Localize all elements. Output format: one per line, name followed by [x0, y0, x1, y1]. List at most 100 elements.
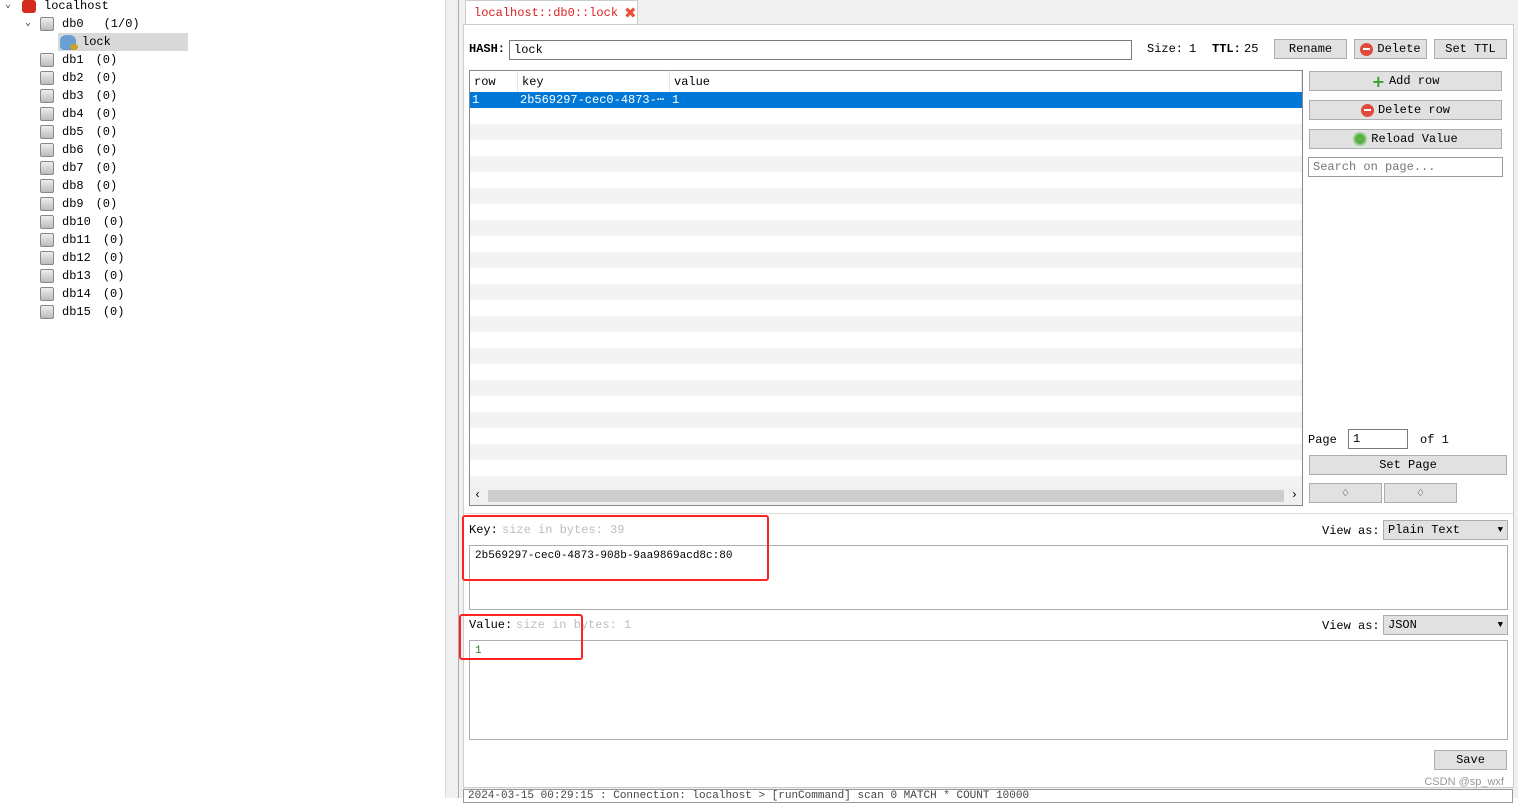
chevron-down-icon[interactable]: ⌄ [2, 0, 14, 15]
empty-row [470, 412, 1302, 428]
tree-db-db14[interactable]: db14 (0) [22, 285, 124, 303]
tree-db-db3[interactable]: db3 (0) [22, 87, 117, 105]
db-name: db12 [62, 251, 91, 265]
database-icon [40, 17, 54, 31]
tree-db-db11[interactable]: db11 (0) [22, 231, 124, 249]
next-icon: ♢ [1416, 486, 1425, 501]
key-icon [60, 34, 78, 50]
database-icon [40, 179, 54, 193]
db-count: (0) [95, 197, 118, 211]
database-icon [40, 251, 54, 265]
delete-icon [1360, 103, 1374, 117]
rename-button[interactable]: Rename [1274, 39, 1347, 59]
table-row[interactable]: 1 2b569297-cec0-4873-⋯ 1 [470, 92, 1302, 108]
delete-key-button[interactable]: Delete [1354, 39, 1427, 59]
db-count: (0) [95, 179, 118, 193]
redis-server-icon [22, 0, 36, 13]
database-icon [40, 287, 54, 301]
empty-row [470, 380, 1302, 396]
add-row-label: Add row [1388, 74, 1440, 88]
cell-value: 1 [672, 93, 680, 107]
db-count: (0) [95, 125, 118, 139]
log-console: 2024-03-15 00:29:15 : Connection: localh… [463, 789, 1513, 803]
ttl-label: TTL: [1212, 42, 1241, 56]
prev-page-button[interactable]: ♢ [1309, 483, 1382, 503]
delete-row-button[interactable]: Delete row [1309, 100, 1502, 120]
empty-row [470, 156, 1302, 172]
highlight-box-value [459, 614, 583, 660]
key-name-input[interactable]: lock [509, 40, 1132, 60]
value-format-select[interactable]: JSON [1383, 615, 1508, 635]
tree-db-db2[interactable]: db2 (0) [22, 69, 117, 87]
cell-key: 2b569297-cec0-4873-⋯ [520, 93, 665, 107]
reload-value-button[interactable]: Reload Value [1309, 129, 1502, 149]
db-name: db13 [62, 269, 91, 283]
tree-db-db8[interactable]: db8 (0) [22, 177, 117, 195]
scroll-right-icon[interactable]: › [1291, 488, 1298, 502]
prev-icon: ♢ [1341, 486, 1350, 501]
db-name: db14 [62, 287, 91, 301]
db-count: (0) [95, 53, 118, 67]
tree-db-db15[interactable]: db15 (0) [22, 303, 124, 321]
set-ttl-label: Set TTL [1445, 42, 1496, 56]
splitter[interactable] [445, 0, 459, 798]
db-count: (0) [102, 269, 125, 283]
tab-localhost-db0-lock[interactable]: localhost::db0::lock ✖ [465, 0, 638, 25]
tree-db-db6[interactable]: db6 (0) [22, 141, 117, 159]
search-input[interactable] [1308, 157, 1503, 177]
db-count: (0) [95, 107, 118, 121]
header-label: key [522, 75, 544, 89]
tree-db-db4[interactable]: db4 (0) [22, 105, 117, 123]
key-type-label: HASH: [469, 42, 506, 56]
database-icon [40, 125, 54, 139]
page-input[interactable]: 1 [1348, 429, 1408, 449]
tree-db-db13[interactable]: db13 (0) [22, 267, 124, 285]
next-page-button[interactable]: ♢ [1384, 483, 1457, 503]
empty-row [470, 252, 1302, 268]
tree-db-db1[interactable]: db1 (0) [22, 51, 117, 69]
tree-db-db10[interactable]: db10 (0) [22, 213, 124, 231]
close-icon[interactable]: ✖ [624, 4, 637, 22]
db-count: (1/0) [103, 17, 140, 31]
scrollbar-thumb[interactable] [488, 490, 1284, 502]
db-name: db7 [62, 161, 84, 175]
tree-db-db5[interactable]: db5 (0) [22, 123, 117, 141]
set-page-label: Set Page [1379, 458, 1437, 472]
value-editor[interactable]: 1 [469, 640, 1508, 740]
connection-tree: ⌄ localhost ⌄ db0 (1/0) lock db1 (0) db2 (0) db3… [0, 0, 445, 798]
db-name: db15 [62, 305, 91, 319]
db-name: db4 [62, 107, 84, 121]
set-page-button[interactable]: Set Page [1309, 455, 1507, 475]
database-icon [40, 53, 54, 67]
column-header-value[interactable]: value [670, 71, 1302, 92]
tree-server-localhost[interactable]: ⌄ localhost [2, 0, 109, 15]
chevron-down-icon[interactable]: ⌄ [22, 15, 34, 33]
tree-key-lock[interactable]: lock [58, 33, 188, 51]
db-count: (0) [102, 233, 125, 247]
ttl-value: 25 [1244, 42, 1259, 56]
db-count: (0) [102, 251, 125, 265]
key-name: lock [82, 35, 111, 49]
horizontal-scrollbar[interactable]: ‹ › [470, 487, 1302, 505]
save-button[interactable]: Save [1434, 750, 1507, 770]
tree-db-db9[interactable]: db9 (0) [22, 195, 117, 213]
tree-db-db7[interactable]: db7 (0) [22, 159, 117, 177]
tree-db-db12[interactable]: db12 (0) [22, 249, 124, 267]
key-format-select[interactable]: Plain Text [1383, 520, 1508, 540]
database-icon [40, 107, 54, 121]
db-count: (0) [95, 89, 118, 103]
watermark: CSDN @sp_wxf [1424, 776, 1504, 788]
add-row-button[interactable]: + Add row [1309, 71, 1502, 91]
db-count: (0) [102, 287, 125, 301]
empty-row [470, 188, 1302, 204]
header-label: row [474, 75, 496, 89]
db-count: (0) [102, 215, 125, 229]
database-icon [40, 233, 54, 247]
column-header-key[interactable]: key [518, 71, 670, 92]
column-header-row[interactable]: row [470, 71, 518, 92]
scroll-left-icon[interactable]: ‹ [474, 488, 481, 502]
db-count: (0) [95, 71, 118, 85]
tree-db-db0[interactable]: ⌄ db0 (1/0) [22, 15, 140, 33]
delete-row-label: Delete row [1377, 103, 1450, 117]
set-ttl-button[interactable]: Set TTL [1434, 39, 1507, 59]
